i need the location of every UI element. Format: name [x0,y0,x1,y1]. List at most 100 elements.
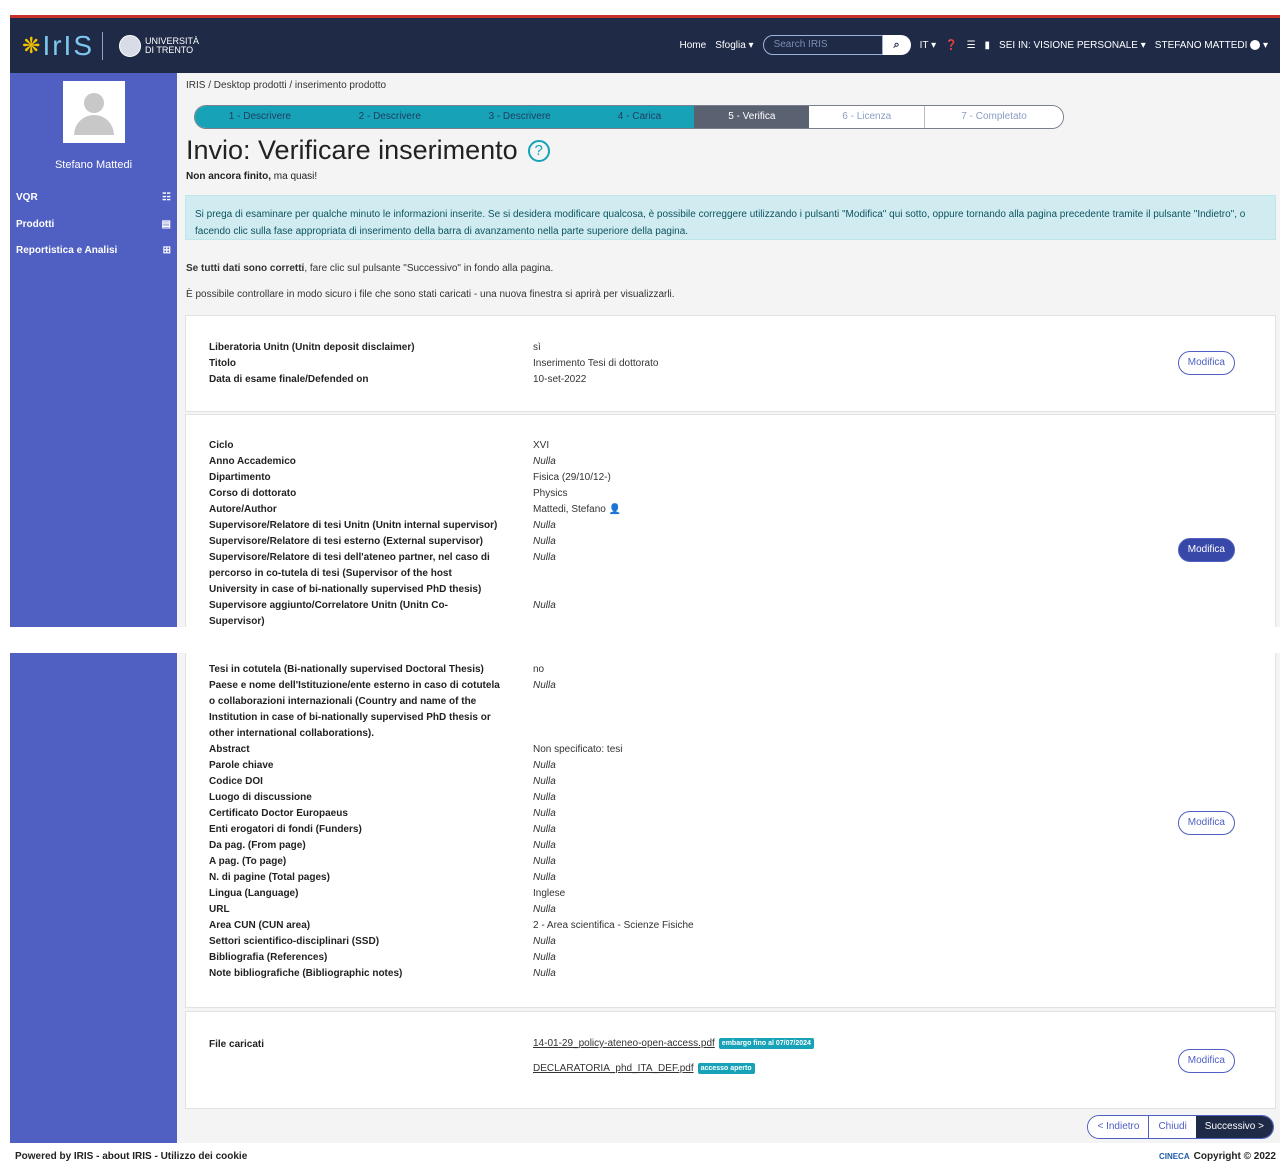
field-value: Nulla [533,680,556,691]
footer-copyright: CINECA Copyright © 2022 [1158,1151,1276,1162]
field-value: Nulla [533,456,556,467]
open-access-badge: accesso aperto [697,1063,755,1074]
field-label: Certificato Doctor Europaeus [209,808,348,819]
view-mode-dropdown[interactable]: SEI IN: VISIONE PERSONALE ▾ [999,40,1146,51]
summary-card-thesis: Ciclo XVI Anno Accademico Nulla Dipartim… [185,414,1276,630]
help-icon[interactable]: ❓ [945,40,957,51]
avatar-head [84,93,104,113]
logo-divider [102,32,103,60]
field-value: Nulla [533,856,556,867]
breadcrumb[interactable]: IRIS / Desktop prodotti / inserimento pr… [186,80,386,91]
close-button[interactable]: Chiudi [1149,1116,1196,1138]
field-label: Supervisore/Relatore di tesi Unitn (Unit… [209,520,498,531]
instruction-next: Se tutti dati sono corretti, fare clic s… [186,263,554,274]
field-value: Physics [533,488,568,499]
field-label: percorso in co-tutela di tesi (Superviso… [209,568,452,579]
help-circle-icon[interactable]: ? [527,139,550,162]
bookmark-icon[interactable]: ▮ [985,40,991,51]
edit-button[interactable]: Modifica [1177,811,1235,835]
field-label: Area CUN (CUN area) [209,920,311,931]
field-label: University in case of bi-nationally supe… [209,584,482,595]
field-label: Luogo di discussione [209,792,312,803]
field-value: Nulla [533,840,556,851]
edit-button[interactable]: Modifica [1177,1049,1235,1073]
sidebar-item-reportistica[interactable]: Reportistica e Analisi ⊞ [16,245,171,256]
menu-list-icon[interactable]: ☰ [967,40,976,51]
file-link[interactable]: 14-01-29_policy-ateneo-open-access.pdf em… [533,1038,814,1049]
field-label: Abstract [209,744,250,755]
sidebar-user-name: Stefano Mattedi [54,159,133,171]
avatar [63,81,125,143]
language-dropdown[interactable]: IT ▾ [920,40,937,51]
field-value: Nulla [533,936,556,947]
field-value: Nulla [533,952,556,963]
user-menu[interactable]: STEFANO MATTEDI ▾ [1155,40,1268,51]
footer-links[interactable]: Powered by IRIS - about IRIS - Utilizzo … [15,1151,247,1162]
edit-button[interactable]: Modifica [1177,538,1235,562]
sidebar-item-vqr[interactable]: VQR ☷ [16,192,171,203]
university-name: UNIVERSITÀ DI TRENTO [145,36,200,55]
main-content: IRIS / Desktop prodotti / inserimento pr… [177,73,1280,1143]
field-label: Da pag. (From page) [209,840,306,851]
field-label: Supervisore/Relatore di tesi esterno (Ex… [209,536,483,547]
sidebar-item-prodotti[interactable]: Prodotti ▤ [16,219,171,230]
field-label: Supervisore/Relatore di tesi dell'ateneo… [209,552,490,563]
step-3[interactable]: 3 - Descrivere [454,106,585,128]
document-icon: ▤ [161,219,171,230]
field-value: sì [533,342,541,353]
field-value: Nulla [533,776,556,787]
summary-card-general: Liberatoria Unitn (Unitn deposit disclai… [185,315,1276,412]
field-value: 2 - Area scientifica - Scienze Fisiche [533,920,694,931]
navbar-right: Home Sfoglia ▾ Search IRIS ⌕ IT ▾ ❓ ☰ ▮ … [671,35,1268,55]
field-value: Nulla [533,760,556,771]
field-value: Non specificato: tesi [533,744,623,755]
nav-browse-dropdown[interactable]: Sfoglia ▾ [715,40,753,51]
logo[interactable]: ❋ IrIS UNIVERSITÀ DI TRENTO [22,30,200,61]
field-value: Nulla [533,872,556,883]
iris-flower-icon: ❋ [22,33,41,58]
field-value: Nulla [533,536,556,547]
info-alert: Si prega di esaminare per qualche minuto… [185,195,1276,240]
field-label: File caricati [209,1039,265,1050]
field-label: Supervisore aggiunto/Correlatore Unitn (… [209,600,448,611]
cineca-logo: CINECA [1158,1152,1190,1161]
step-4[interactable]: 4 - Carica [584,106,695,128]
field-label: A pag. (To page) [209,856,287,867]
embargo-badge: embargo fino al 07/07/2024 [718,1038,814,1049]
step-2[interactable]: 2 - Descrivere [324,106,455,128]
field-label: Bibliografia (References) [209,952,328,963]
field-label: Corso di dottorato [209,488,297,499]
field-label: other international collaborations). [209,728,375,739]
field-value: Nulla [533,808,556,819]
field-value: 10-set-2022 [533,374,587,385]
field-value: Inserimento Tesi di dottorato [533,358,659,369]
instruction-files: È possibile controllare in modo sicuro i… [186,289,675,300]
field-value: Nulla [533,600,556,611]
back-button[interactable]: < Indietro [1088,1116,1150,1138]
field-label: Note bibliografiche (Bibliographic notes… [209,968,403,979]
field-label: Settori scientifico-disciplinari (SSD) [209,936,380,947]
iris-logo-text: IrIS [42,30,94,61]
edit-button[interactable]: Modifica [1177,351,1235,375]
nav-home-link[interactable]: Home [680,40,707,51]
field-value: Nulla [533,968,556,979]
screenshot-seam [0,627,1280,653]
list-icon: ☷ [162,192,171,203]
search-icon[interactable]: ⌕ [882,35,911,55]
field-label: Enti erogatori di fondi (Funders) [209,824,362,835]
field-value: Inglese [533,888,566,899]
field-label: Tesi in cotutela (Bi-nationally supervis… [209,664,484,675]
step-6: 6 - Licenza [809,106,926,128]
file-link[interactable]: DECLARATORIA_phd_ITA_DEF.pdf accesso aper… [533,1063,755,1074]
field-label: Lingua (Language) [209,888,299,899]
step-1[interactable]: 1 - Descrivere [195,106,325,128]
progress-steps: 1 - Descrivere 2 - Descrivere 3 - Descri… [194,105,1064,129]
table-icon: ⊞ [162,245,171,256]
field-value: Nulla [533,792,556,803]
wizard-navigation: < Indietro Chiudi Successivo > [1087,1115,1274,1139]
avatar-body [74,115,114,135]
search-input[interactable]: Search IRIS [762,35,883,55]
person-icon[interactable]: 👤 [609,504,621,515]
next-button[interactable]: Successivo > [1195,1116,1273,1138]
summary-card-files: File caricati 14-01-29_policy-ateneo-ope… [185,1011,1276,1109]
